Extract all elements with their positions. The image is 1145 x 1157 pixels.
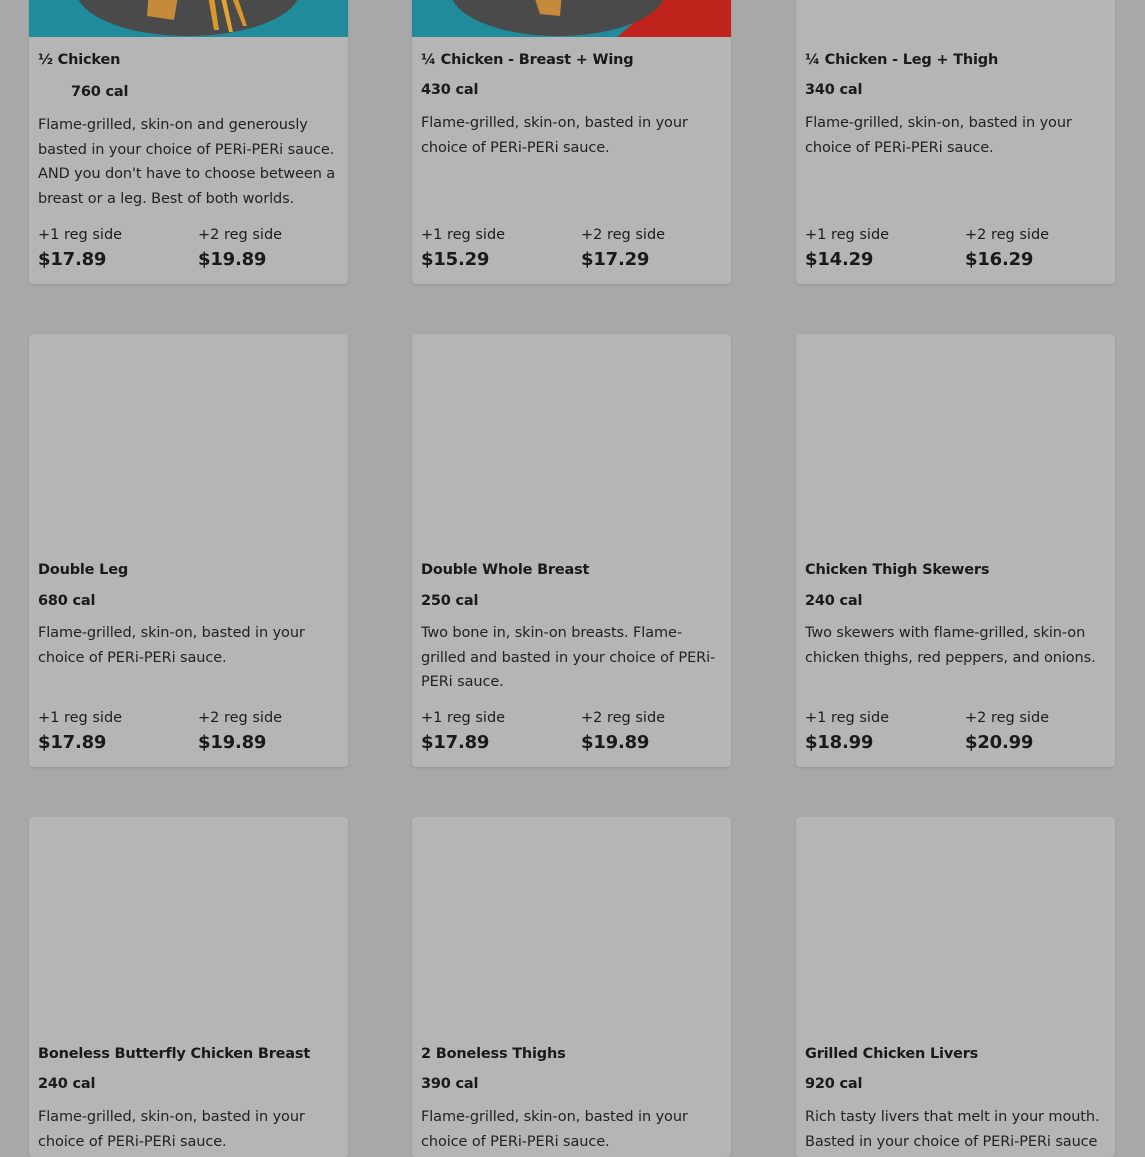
option-label: +2 reg side xyxy=(581,227,666,243)
menu-card-chicken-thigh-skewers[interactable]: Chicken Thigh Skewers 240 cal Two skewer… xyxy=(796,334,1115,767)
menu-card-half-chicken[interactable]: ½ Chicken 760 cal Flame-grilled, skin-on… xyxy=(29,0,348,284)
option-price: $16.29 xyxy=(965,249,1034,270)
menu-item-calories: 250 cal xyxy=(421,593,479,609)
option-label: +2 reg side xyxy=(965,710,1050,726)
menu-item-description: Two skewers with flame-grilled, skin-on … xyxy=(805,625,1096,666)
half-chicken-photo xyxy=(29,0,348,37)
menu-item-calories: 430 cal xyxy=(421,82,479,98)
option-2-reg-side[interactable]: +2 reg side $19.89 xyxy=(198,226,348,270)
menu-card-double-whole-breast[interactable]: Double Whole Breast 250 cal Two bone in,… xyxy=(412,334,731,767)
menu-item-description: Flame-grilled, skin-on, basted in your c… xyxy=(805,115,1072,156)
quarter-chicken-breast-wing-photo xyxy=(412,0,731,37)
menu-item-name: Double Leg xyxy=(38,562,129,578)
menu-card-boneless-butterfly-breast[interactable]: Boneless Butterfly Chicken Breast 240 ca… xyxy=(29,817,348,1157)
option-price: $20.99 xyxy=(965,732,1034,753)
option-price: $17.29 xyxy=(581,249,650,270)
option-2-reg-side[interactable]: +2 reg side $19.89 xyxy=(581,709,731,753)
option-label: +1 reg side xyxy=(421,227,506,243)
option-price: $17.89 xyxy=(421,732,490,753)
option-label: +1 reg side xyxy=(805,227,890,243)
option-label: +1 reg side xyxy=(38,227,123,243)
option-label: +2 reg side xyxy=(581,710,666,726)
option-price: $17.89 xyxy=(38,249,107,270)
menu-item-calories: 680 cal xyxy=(38,593,96,609)
menu-item-calories: 240 cal xyxy=(805,593,863,609)
menu-item-name: ¼ Chicken - Leg + Thigh xyxy=(805,52,999,68)
menu-card-2-boneless-thighs[interactable]: 2 Boneless Thighs 390 cal Flame-grilled,… xyxy=(412,817,731,1157)
menu-item-name: 2 Boneless Thighs xyxy=(421,1046,566,1062)
option-label: +1 reg side xyxy=(421,710,506,726)
option-1-reg-side[interactable]: +1 reg side $17.89 xyxy=(38,709,188,753)
option-price: $17.89 xyxy=(38,732,107,753)
option-1-reg-side[interactable]: +1 reg side $17.89 xyxy=(421,709,571,753)
menu-item-description: Rich tasty livers that melt in your mout… xyxy=(805,1109,1100,1150)
menu-item-description: Two bone in, skin-on breasts. Flame-gril… xyxy=(421,625,716,690)
option-1-reg-side[interactable]: +1 reg side $18.99 xyxy=(805,709,955,753)
menu-item-description: Flame-grilled, skin-on, basted in your c… xyxy=(38,625,305,666)
menu-item-name: Boneless Butterfly Chicken Breast xyxy=(38,1046,311,1062)
menu-item-calories: 390 cal xyxy=(421,1076,479,1092)
option-price: $14.29 xyxy=(805,249,874,270)
menu-item-name: Chicken Thigh Skewers xyxy=(805,562,990,578)
menu-item-description: Flame-grilled, skin-on, basted in your c… xyxy=(421,115,688,156)
menu-grid: ½ Chicken 760 cal Flame-grilled, skin-on… xyxy=(0,0,1145,1157)
option-2-reg-side[interactable]: +2 reg side $19.89 xyxy=(198,709,348,753)
menu-item-calories: 760 cal xyxy=(71,84,129,100)
option-price: $19.89 xyxy=(198,249,267,270)
option-price: $18.99 xyxy=(805,732,874,753)
menu-item-description: Flame-grilled, skin-on, basted in your c… xyxy=(38,1109,305,1150)
option-price: $19.89 xyxy=(198,732,267,753)
menu-item-name: ¼ Chicken - Breast + Wing xyxy=(421,52,634,68)
option-price: $19.89 xyxy=(581,732,650,753)
menu-item-name: Grilled Chicken Livers xyxy=(805,1046,979,1062)
menu-item-description: Flame-grilled, skin-on, basted in your c… xyxy=(421,1109,688,1150)
option-label: +2 reg side xyxy=(198,710,283,726)
option-label: +2 reg side xyxy=(965,227,1050,243)
menu-item-calories: 920 cal xyxy=(805,1076,863,1092)
menu-item-description: Flame-grilled, skin-on and generously ba… xyxy=(38,117,336,207)
option-price: $15.29 xyxy=(421,249,490,270)
option-1-reg-side[interactable]: +1 reg side $17.89 xyxy=(38,226,188,270)
option-label: +2 reg side xyxy=(198,227,283,243)
menu-item-calories: 340 cal xyxy=(805,82,863,98)
option-1-reg-side[interactable]: +1 reg side $15.29 xyxy=(421,226,571,270)
menu-item-name: Double Whole Breast xyxy=(421,562,590,578)
menu-card-grilled-chicken-livers[interactable]: Grilled Chicken Livers 920 cal Rich tast… xyxy=(796,817,1115,1157)
menu-item-calories: 240 cal xyxy=(38,1076,96,1092)
option-1-reg-side[interactable]: +1 reg side $14.29 xyxy=(805,226,955,270)
option-2-reg-side[interactable]: +2 reg side $16.29 xyxy=(965,226,1115,270)
menu-card-quarter-breast-wing[interactable]: ¼ Chicken - Breast + Wing 430 cal Flame-… xyxy=(412,0,731,284)
menu-item-name: ½ Chicken xyxy=(38,52,121,68)
option-label: +1 reg side xyxy=(805,710,890,726)
option-label: +1 reg side xyxy=(38,710,123,726)
menu-card-quarter-leg-thigh[interactable]: ¼ Chicken - Leg + Thigh 340 cal Flame-gr… xyxy=(796,0,1115,284)
option-2-reg-side[interactable]: +2 reg side $17.29 xyxy=(581,226,731,270)
menu-card-double-leg[interactable]: Double Leg 680 cal Flame-grilled, skin-o… xyxy=(29,334,348,767)
option-2-reg-side[interactable]: +2 reg side $20.99 xyxy=(965,709,1115,753)
